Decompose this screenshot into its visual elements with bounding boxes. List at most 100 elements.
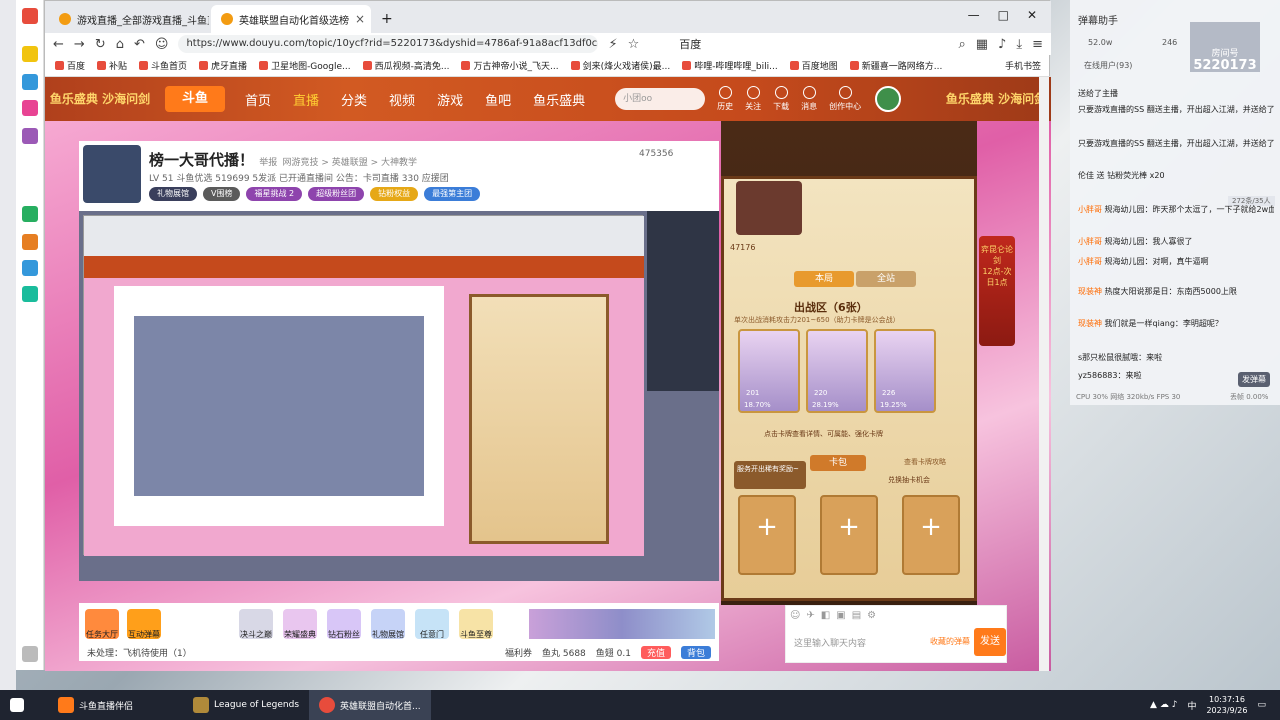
badge-gift-hall[interactable]: 礼物展馆 (149, 187, 197, 201)
home-icon[interactable]: ⌂ (116, 37, 124, 52)
url-field[interactable]: https://www.douyu.com/topic/10ycf?rid=52… (178, 35, 599, 53)
add-icon[interactable] (22, 646, 38, 662)
nav-game[interactable]: 游戏 (437, 90, 463, 109)
search-engine-label[interactable]: 百度 (679, 36, 701, 52)
event-side-banner[interactable]: 弈昆仑论剑 12点-次日1点 (979, 236, 1015, 346)
online-users[interactable]: 在线用户(93) (1084, 60, 1132, 71)
tray-icons[interactable]: ▲ ☁ ♪ (1150, 700, 1177, 710)
minimize-icon[interactable]: — (968, 8, 980, 22)
forward-icon[interactable]: → (74, 37, 85, 52)
bookmark-item[interactable]: 西瓜视频-高清免... (362, 59, 449, 72)
history-button[interactable]: 历史 (717, 86, 733, 112)
message-user[interactable]: 现装神 (1078, 319, 1102, 328)
report-link[interactable]: 举报 (259, 158, 277, 168)
douyu-logo[interactable]: 斗鱼 (165, 86, 225, 112)
message-user[interactable]: 小胖哥 (1078, 237, 1102, 246)
send-button[interactable]: 发送 (974, 628, 1006, 656)
bookmark-item[interactable]: 百度地图 (789, 59, 838, 72)
saved-danmu[interactable]: 收藏的弹幕 (930, 636, 970, 647)
taskbar-item[interactable]: League of Legends (183, 690, 309, 720)
bookmark-item[interactable]: 哔哩-哔哩哔哩_bili... (682, 59, 778, 72)
nav-festival[interactable]: 鱼乐盛典 (533, 90, 585, 109)
clock[interactable]: 10:37:16 2023/9/26 (1206, 694, 1247, 716)
mobile-bookmarks[interactable]: 手机书签 (1005, 59, 1041, 72)
badge-lucky-challenge[interactable]: 福星挑战 2 (246, 187, 303, 201)
message-button[interactable]: 消息 (801, 86, 817, 112)
taskbar-item[interactable]: 英雄联盟自动化首... (309, 690, 431, 720)
page-scrollbar[interactable] (1039, 77, 1049, 671)
event-banner[interactable]: 鱼乐盛典 沙海问剑 (45, 92, 155, 106)
bookmark-star-icon[interactable]: ☆ (628, 37, 640, 52)
reload-icon[interactable]: ↻ (95, 37, 106, 52)
bookmark-item[interactable]: 斗鱼首页 (139, 59, 187, 72)
exchange-link[interactable]: 兑换抽卡机会 (888, 475, 930, 485)
battle-card[interactable]: 18.70% 201 (738, 329, 800, 413)
douyu-search-input[interactable]: 小团oo (615, 88, 706, 110)
download-button[interactable]: 下载 (773, 86, 789, 112)
message-user[interactable]: 小胖哥 (1078, 205, 1102, 214)
recharge-button[interactable]: 充值 (640, 645, 671, 659)
user-icon[interactable]: ☺ (155, 37, 169, 52)
badge-diamond[interactable]: 钻粉权益 (370, 187, 419, 201)
bookmark-item[interactable]: 万古神帝小说_飞天... (461, 59, 559, 72)
tool-task-hall[interactable]: 任务大厅 (85, 609, 119, 639)
taskbar-item[interactable]: 斗鱼直播伴侣 (48, 690, 143, 720)
bolt-icon[interactable]: ⚡ (608, 37, 617, 52)
card-slot-add[interactable]: + (902, 495, 960, 575)
scan-icon[interactable] (22, 286, 38, 302)
bookmark-item[interactable]: 剑来(烽火戏诸侯)最... (570, 59, 670, 72)
crop-icon[interactable] (22, 260, 38, 276)
follow-button[interactable]: 关注 (745, 86, 761, 112)
nav-live[interactable]: 直播 (293, 90, 319, 109)
notification-icon[interactable]: ▭ (1257, 700, 1266, 710)
bookmark-item[interactable]: 虎牙直播 (199, 59, 247, 72)
bookmark-item[interactable]: 新疆喜一路网络方... (849, 59, 942, 72)
tool-danmu[interactable]: 互动弹幕 (127, 609, 161, 639)
chat-tool-icons[interactable]: ☺✈◧▣▤⚙ (790, 610, 882, 621)
undo-icon[interactable]: ↶ (134, 37, 145, 52)
gift-strip[interactable] (529, 609, 715, 639)
send-danmu-button[interactable]: 发弹幕 (1238, 372, 1270, 387)
star-icon[interactable] (22, 46, 38, 62)
tab-douyu-home[interactable]: 游戏直播_全部游戏直播_斗鱼直播× (49, 5, 209, 33)
chrome-icon[interactable] (22, 8, 38, 24)
welfare-label[interactable]: 福利券 (505, 646, 532, 659)
tool-glory[interactable]: 荣耀盛典 (283, 609, 317, 639)
gif-icon[interactable] (22, 234, 38, 250)
music-icon[interactable]: ♪ (998, 37, 1006, 52)
tool-gift-hall[interactable]: 礼物展馆 (371, 609, 405, 639)
tool-portal[interactable]: 任意门 (415, 609, 449, 639)
chat-input[interactable]: 这里输入聊天内容 (788, 628, 928, 656)
creator-button[interactable]: 创作中心 (829, 86, 861, 112)
nav-yuba[interactable]: 鱼吧 (485, 90, 511, 109)
card-slot-add[interactable]: + (738, 495, 796, 575)
message-user[interactable]: 小胖哥 (1078, 257, 1102, 266)
tool-supreme[interactable]: 斗鱼至尊 (459, 609, 493, 639)
close-icon[interactable]: × (355, 12, 365, 26)
battle-card[interactable]: 28.19% 220 (806, 329, 868, 413)
battle-card[interactable]: 19.25% 226 (874, 329, 936, 413)
breadcrumb[interactable]: 网游竞技 > 英雄联盟 > 大神教学 (283, 158, 418, 168)
close-window-icon[interactable]: ✕ (1027, 8, 1037, 22)
doc-icon[interactable] (22, 206, 38, 222)
stream-video[interactable] (79, 211, 719, 581)
nav-home[interactable]: 首页 (245, 90, 271, 109)
streamer-avatar[interactable] (83, 145, 141, 203)
menu-icon[interactable]: ≡ (1032, 37, 1043, 52)
apps-icon[interactable]: ▦ (976, 37, 988, 52)
badge-guild[interactable]: 最强第主团 (424, 187, 481, 201)
user-avatar[interactable] (875, 86, 902, 112)
message-user[interactable]: 现装神 (1078, 287, 1102, 296)
tool-duel[interactable]: 决斗之巅 (239, 609, 273, 639)
download-icon[interactable]: ⤓ (1016, 37, 1022, 52)
bookmark-item[interactable]: 百度 (55, 59, 85, 72)
card-bag-tab[interactable]: 卡包 (810, 455, 866, 471)
weibo-icon[interactable] (22, 100, 38, 116)
tab-topic[interactable]: 英雄联盟自动化首级选榜 × (211, 5, 371, 33)
tab-this-room[interactable]: 本局 (794, 271, 854, 287)
ime-indicator[interactable]: 中 (1187, 699, 1196, 712)
nav-category[interactable]: 分类 (341, 90, 367, 109)
card-slot-add[interactable]: + (820, 495, 878, 575)
app-icon[interactable] (22, 128, 38, 144)
bookmark-item[interactable]: 卫星地图-Google... (259, 59, 351, 72)
